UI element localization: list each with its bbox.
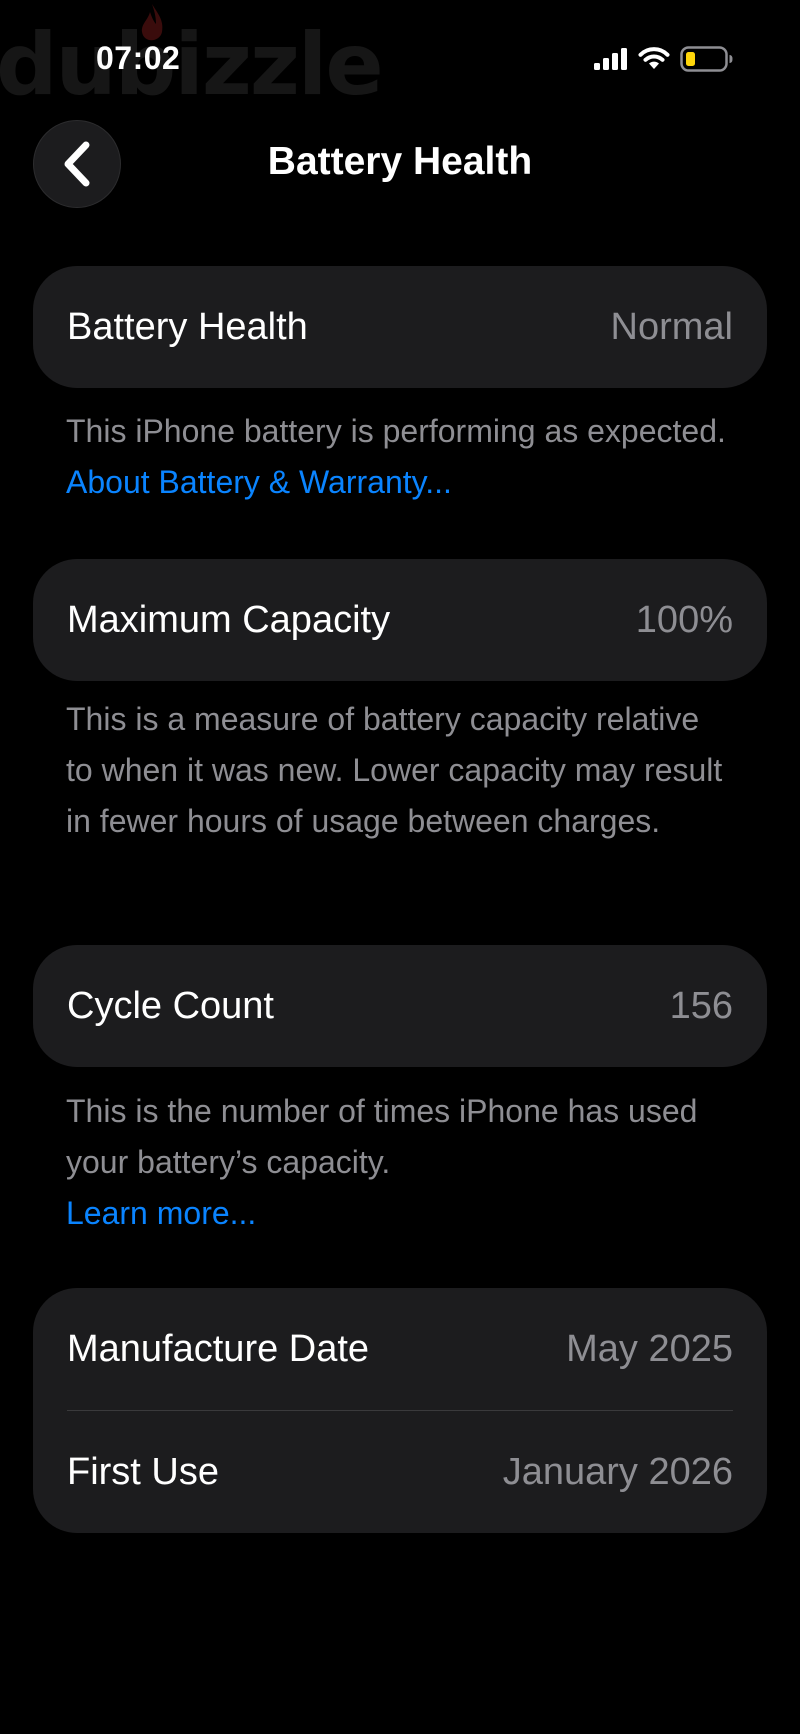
cycle-count-card: Cycle Count 156: [33, 945, 767, 1067]
learn-more-link[interactable]: Learn more...: [66, 1195, 256, 1231]
manufacture-date-value: May 2025: [566, 1327, 733, 1370]
battery-health-row: Battery Health Normal: [33, 266, 767, 388]
cycle-count-footnote: This is the number of times iPhone has u…: [66, 1086, 726, 1239]
navigation-bar: Battery Health: [0, 112, 800, 216]
battery-health-card: Battery Health Normal: [33, 266, 767, 388]
maximum-capacity-description: This is a measure of battery capacity re…: [66, 701, 723, 839]
battery-health-description: This iPhone battery is performing as exp…: [66, 413, 726, 449]
status-icons: [594, 44, 734, 74]
cycle-count-description: This is the number of times iPhone has u…: [66, 1093, 698, 1180]
maximum-capacity-value: 100%: [635, 598, 733, 641]
first-use-value: January 2026: [502, 1450, 733, 1493]
wifi-icon: [638, 47, 670, 69]
status-time: 07:02: [96, 40, 181, 76]
battery-health-footnote: This iPhone battery is performing as exp…: [66, 406, 726, 508]
maximum-capacity-label: Maximum Capacity: [67, 598, 391, 641]
battery-icon: [680, 46, 733, 72]
cycle-count-value: 156: [669, 984, 733, 1027]
first-use-row: First Use January 2026: [33, 1411, 767, 1533]
battery-dates-card: Manufacture Date May 2025 First Use Janu…: [33, 1288, 767, 1533]
cellular-signal-icon: [594, 48, 627, 70]
battery-health-value: Normal: [610, 305, 733, 348]
maximum-capacity-card: Maximum Capacity 100%: [33, 559, 767, 681]
about-battery-warranty-link[interactable]: About Battery & Warranty...: [66, 464, 452, 500]
cycle-count-row: Cycle Count 156: [33, 945, 767, 1067]
status-bar: 07:02: [0, 0, 800, 110]
cycle-count-label: Cycle Count: [67, 984, 274, 1027]
first-use-label: First Use: [67, 1450, 219, 1493]
manufacture-date-row: Manufacture Date May 2025: [33, 1288, 767, 1410]
battery-health-label: Battery Health: [67, 305, 308, 348]
manufacture-date-label: Manufacture Date: [67, 1327, 370, 1370]
maximum-capacity-row: Maximum Capacity 100%: [33, 559, 767, 681]
maximum-capacity-footnote: This is a measure of battery capacity re…: [66, 694, 726, 847]
page-title: Battery Health: [267, 140, 533, 183]
